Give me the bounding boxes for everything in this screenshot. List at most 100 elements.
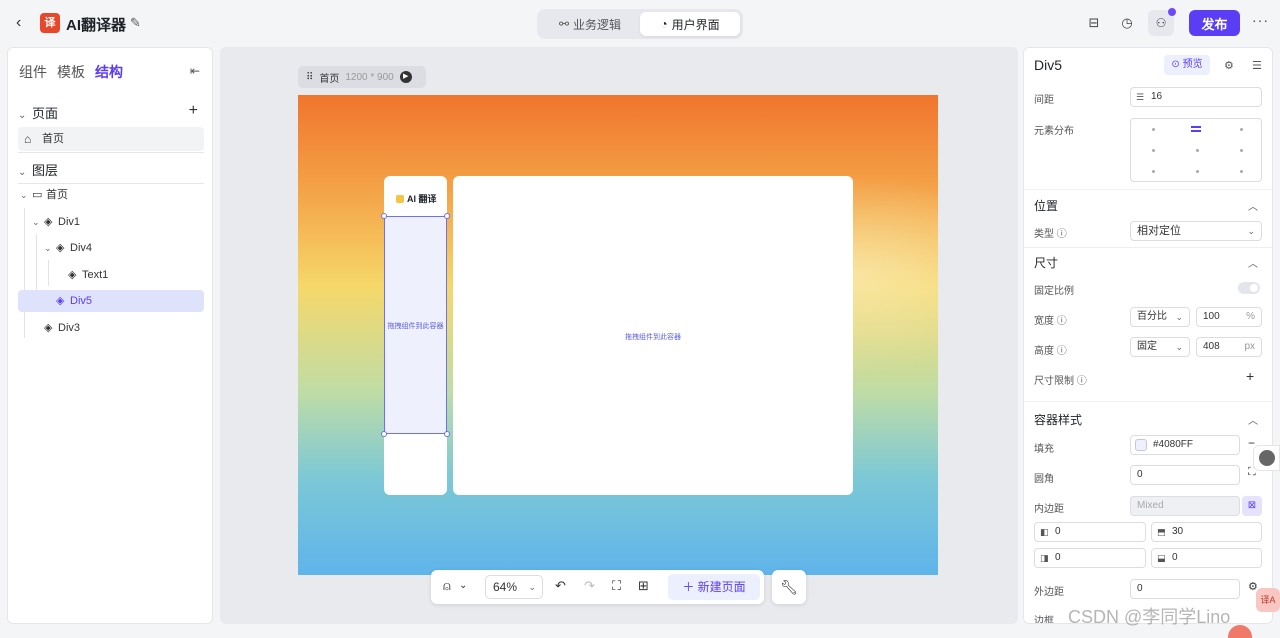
layer-item-div1[interactable]: ⌄ ◈ Div1	[18, 211, 204, 233]
gear-icon[interactable]: ⚙	[1224, 59, 1234, 72]
align-dot[interactable]	[1152, 128, 1155, 131]
add-page-icon[interactable]: +	[189, 102, 198, 120]
layer-label: 首页	[46, 189, 68, 201]
pages-section-header[interactable]: ⌄ 页面	[18, 103, 58, 122]
layer-item-text1[interactable]: ◈ Text1	[18, 264, 204, 286]
plus-icon: ＋	[682, 580, 698, 594]
distribution-label: 元素分布	[1034, 126, 1074, 137]
new-page-label: 新建页面	[697, 580, 746, 594]
mode-switch: ⚯ 业务逻辑 ◔ 用户界面	[537, 9, 743, 39]
resize-handle[interactable]	[381, 431, 387, 437]
align-dot[interactable]	[1240, 149, 1243, 152]
padding-bottom-input[interactable]: ⬓ 0	[1151, 548, 1262, 568]
info-icon: ⓘ	[1056, 346, 1067, 357]
page-label[interactable]: ⠿ 首页 1200 * 900 ▶	[298, 66, 426, 88]
play-icon[interactable]: ▶	[399, 71, 412, 83]
publish-button[interactable]: 发布	[1189, 10, 1240, 36]
properties-panel: Div5 ⊙ 预览 ⚙ ☰ 间距 ☰ 16 元素分布 位置 ︿ 类型 ⓘ 相对定…	[1023, 47, 1273, 624]
align-dot[interactable]	[1240, 128, 1243, 131]
resize-handle[interactable]	[381, 213, 387, 219]
undo-icon[interactable]: ↶	[555, 578, 566, 594]
history-icon[interactable]: ◷	[1118, 14, 1136, 32]
layers-section-header[interactable]: ⌄ 图层	[18, 160, 58, 179]
chevron-down-icon: ⌄	[20, 190, 28, 200]
padding-top-input[interactable]: ⬒ 30	[1151, 522, 1262, 542]
wrench-button[interactable]: 🔧︎	[772, 570, 806, 604]
align-dot[interactable]	[1152, 149, 1155, 152]
translate-icon[interactable]: 译A	[1256, 588, 1280, 612]
margin-input[interactable]: 0	[1130, 579, 1240, 599]
tab-structure[interactable]: 结构	[95, 62, 123, 82]
padding-left-input[interactable]: ◧ 0	[1034, 522, 1146, 542]
zoom-select[interactable]: 64% ⌄	[485, 575, 543, 599]
position-type-select[interactable]: 相对定位 ⌄	[1130, 221, 1262, 241]
new-page-button[interactable]: ＋ 新建页面	[668, 574, 760, 600]
fixed-ratio-toggle[interactable]	[1238, 282, 1260, 294]
padding-bottom-icon: ⬓	[1157, 553, 1166, 563]
height-input[interactable]: 408 px	[1196, 337, 1262, 357]
brand-icon	[396, 195, 404, 203]
fit-screen-icon[interactable]: ⛶	[612, 578, 621, 594]
tab-business-logic[interactable]: ⚯ 业务逻辑	[540, 12, 640, 36]
redo-icon[interactable]: ↷	[584, 578, 595, 594]
chevron-down-icon[interactable]: ⌄	[459, 580, 467, 591]
tab-components[interactable]: 组件	[19, 62, 47, 82]
edit-title-icon[interactable]: ✎	[130, 15, 141, 31]
wrench-icon: 🔧︎	[780, 579, 798, 595]
layer-item-div5[interactable]: ◈ Div5	[18, 290, 204, 312]
artboard[interactable]: AI 翻译 拖拽组件到此容器 拖拽组件到此容器	[298, 95, 938, 575]
zoom-value: 64%	[493, 580, 518, 594]
floating-assistant-button[interactable]	[1253, 445, 1280, 471]
tab-templates[interactable]: 模板	[57, 62, 85, 82]
panel-menu-icon[interactable]: ☰	[1252, 59, 1262, 72]
align-dot[interactable]	[1152, 170, 1155, 173]
width-input[interactable]: 100 %	[1196, 307, 1262, 327]
resize-handle[interactable]	[444, 431, 450, 437]
divider	[1024, 247, 1272, 248]
width-mode-value: 百分比	[1137, 311, 1167, 322]
collapse-panel-icon[interactable]: ⇤	[190, 64, 200, 78]
width-mode-select[interactable]: 百分比 ⌄	[1130, 307, 1190, 327]
tab-user-interface[interactable]: ◔ 用户界面	[640, 12, 740, 36]
pointer-icon[interactable]: ⍝	[443, 578, 451, 594]
sidebar-container-div4[interactable]: AI 翻译 拖拽组件到此容器	[381, 176, 450, 495]
margin-value: 0	[1137, 583, 1143, 594]
assistant-icon	[1259, 450, 1275, 466]
size-limit-label-text: 尺寸限制	[1034, 376, 1074, 387]
align-selected[interactable]	[1191, 126, 1201, 128]
grid-icon[interactable]: ⊞	[638, 578, 649, 594]
padding-label: 内边距	[1034, 504, 1064, 515]
collaborators-button[interactable]: ⚇	[1148, 8, 1176, 36]
height-mode-select[interactable]: 固定 ⌄	[1130, 337, 1190, 357]
layer-item-div3[interactable]: ◈ Div3	[18, 317, 204, 339]
add-size-limit-icon[interactable]: +	[1246, 368, 1254, 384]
align-dot[interactable]	[1196, 170, 1199, 173]
preview-button[interactable]: ⊙ 预览	[1164, 55, 1210, 75]
save-icon[interactable]: ⊟	[1085, 14, 1103, 32]
padding-mixed-input[interactable]: Mixed	[1130, 496, 1240, 516]
spacing-input[interactable]: ☰ 16	[1130, 87, 1262, 107]
align-dot[interactable]	[1240, 170, 1243, 173]
layer-item-home[interactable]: ⌄ ▭ 首页	[18, 184, 204, 206]
chevron-up-icon[interactable]: ︿	[1248, 412, 1258, 427]
page-item-home[interactable]: ⌂ 首页	[18, 127, 204, 151]
type-label-text: 类型	[1034, 229, 1054, 240]
resize-handle[interactable]	[444, 213, 450, 219]
alignment-grid[interactable]	[1130, 118, 1262, 182]
fill-label: 填充	[1034, 444, 1054, 455]
more-icon[interactable]: ···	[1252, 12, 1269, 28]
chevron-up-icon[interactable]: ︿	[1248, 198, 1258, 213]
padding-right-input[interactable]: ◨ 0	[1034, 548, 1146, 568]
padding-mode-button[interactable]: ⊠	[1242, 496, 1262, 516]
chevron-up-icon[interactable]: ︿	[1248, 255, 1258, 270]
fill-color-input[interactable]: #4080FF	[1130, 435, 1240, 455]
main-container-div3[interactable]: 拖拽组件到此容器	[453, 176, 853, 495]
brand-text[interactable]: AI 翻译	[396, 192, 437, 205]
selected-container-div5[interactable]: 拖拽组件到此容器	[384, 216, 447, 434]
layer-item-div4[interactable]: ⌄ ◈ Div4	[18, 237, 204, 259]
color-swatch[interactable]	[1135, 439, 1147, 451]
radius-input[interactable]: 0	[1130, 465, 1240, 485]
back-icon[interactable]: ‹	[16, 14, 30, 32]
chevron-down-icon: ⌄	[528, 582, 536, 592]
align-dot[interactable]	[1196, 149, 1199, 152]
